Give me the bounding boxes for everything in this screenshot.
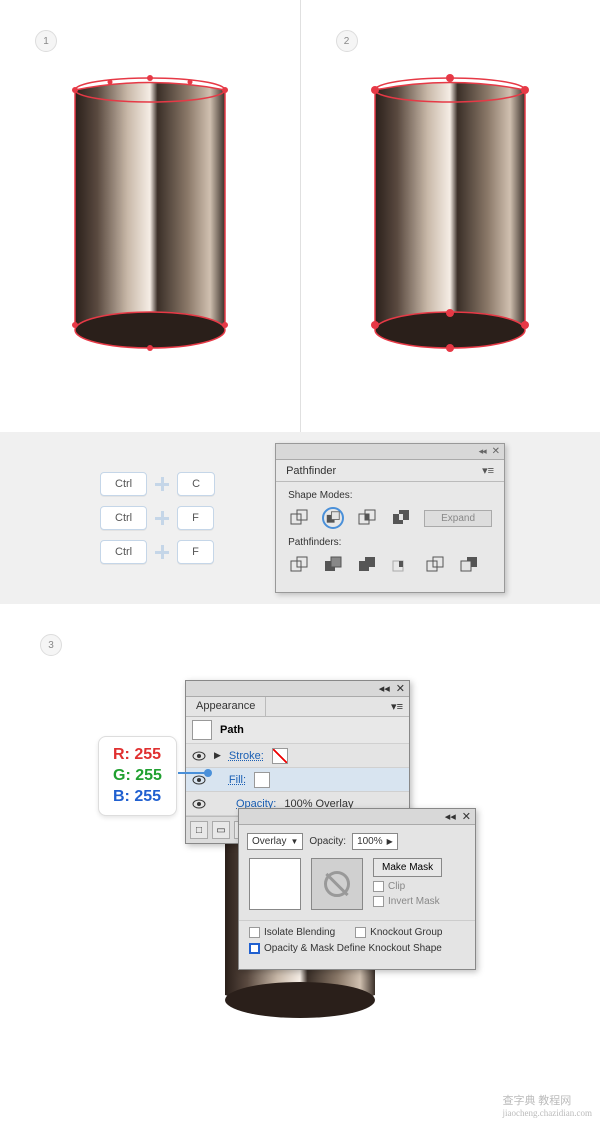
rgb-callout: R: 255 G: 255 B: 255 [98, 736, 177, 816]
key-c: C [177, 472, 215, 496]
transparency-panel: ◂◂ ✕ Overlay ▼ Opacity: 100% ▶ Make Mask… [238, 808, 476, 970]
opacity-label: Opacity: [309, 836, 346, 847]
pathfinder-panel: ◂◂ ✕ Pathfinder ▾≡ Shape Modes: Expand P… [275, 443, 505, 593]
close-icon[interactable]: ✕ [462, 810, 471, 823]
knockout-shape-checkbox[interactable] [249, 943, 260, 954]
collapse-icon[interactable]: ◂◂ [379, 682, 390, 695]
stroke-row[interactable]: ▶ Stroke: [186, 744, 409, 768]
transparency-header: ◂◂ ✕ [239, 809, 475, 825]
blend-mode-dropdown[interactable]: Overlay ▼ [247, 833, 303, 850]
stroke-label: Stroke: [229, 750, 264, 762]
fill-row[interactable]: ▶ Fill: [186, 768, 409, 792]
fill-swatch[interactable] [254, 772, 270, 788]
step-badge-3: 3 [40, 634, 62, 656]
close-icon[interactable]: ✕ [396, 682, 405, 695]
panel-menu-icon[interactable]: ▾≡ [482, 464, 494, 477]
key-f: F [177, 506, 214, 530]
watermark-main: 查字典 教程网 [503, 1095, 572, 1107]
appearance-tab[interactable]: Appearance [186, 697, 266, 716]
make-mask-button[interactable]: Make Mask [373, 858, 442, 877]
shape-modes-label: Shape Modes: [288, 490, 492, 501]
knockout-shape-row[interactable]: Opacity & Mask Define Knockout Shape [249, 943, 465, 954]
pathfinder-header: ◂◂ ✕ [276, 444, 504, 460]
panel-1: 1 [0, 0, 301, 432]
opacity-input[interactable]: 100% ▶ [352, 833, 398, 850]
panel-menu-icon[interactable]: ▾≡ [385, 697, 409, 716]
knockout-checkbox[interactable] [355, 927, 366, 938]
dropdown-arrow-icon: ▶ [387, 837, 393, 846]
step-badge-1: 1 [35, 30, 57, 52]
key-ctrl: Ctrl [100, 472, 147, 496]
new-art-icon[interactable]: □ [190, 821, 208, 839]
crop-icon[interactable] [390, 554, 412, 576]
knockout-shape-label: Opacity & Mask Define Knockout Shape [264, 943, 442, 954]
fill-label: Fill: [229, 774, 246, 786]
isolate-blending-row[interactable]: Isolate Blending Knockout Group [249, 927, 465, 938]
divide-icon[interactable] [288, 554, 310, 576]
collapse-icon[interactable]: ◂◂ [445, 810, 456, 823]
exclude-icon[interactable] [390, 507, 412, 529]
cylinder-1 [70, 70, 230, 363]
panel-2: 2 [301, 0, 600, 432]
rgb-b: B: 255 [113, 787, 162, 808]
add-stroke-icon[interactable]: ▭ [212, 821, 230, 839]
clip-checkbox-row[interactable]: Clip [373, 881, 442, 892]
clip-checkbox[interactable] [373, 881, 384, 892]
step-badge-2: 2 [336, 30, 358, 52]
knockout-label: Knockout Group [370, 927, 442, 938]
isolate-label: Isolate Blending [264, 927, 335, 938]
path-label: Path [220, 724, 244, 736]
pathfinders-label: Pathfinders: [288, 537, 492, 548]
watermark-sub: jiaocheng.chazidian.com [503, 1108, 592, 1118]
rgb-r: R: 255 [113, 745, 162, 766]
callout-line [178, 772, 208, 774]
intersect-icon[interactable] [356, 507, 378, 529]
visibility-icon[interactable] [192, 749, 206, 763]
key-ctrl: Ctrl [100, 540, 147, 564]
plus-icon [155, 545, 169, 559]
watermark: 查字典 教程网 jiaocheng.chazidian.com [503, 1092, 592, 1118]
pathfinder-title: Pathfinder [286, 465, 336, 477]
mask-preview[interactable] [311, 858, 363, 910]
appearance-header: ◂◂ ✕ [186, 681, 409, 697]
expand-arrow-icon[interactable]: ▶ [214, 750, 221, 761]
rgb-g: G: 255 [113, 766, 162, 787]
no-mask-icon [324, 871, 350, 897]
shortcut-paste-front-2: Ctrl F [100, 540, 215, 564]
middle-section: Ctrl C Ctrl F Ctrl F ◂◂ ✕ Pathfinder ▾≡ … [0, 432, 600, 604]
invert-mask-row[interactable]: Invert Mask [373, 896, 442, 907]
top-panels: 1 [0, 0, 600, 432]
stroke-swatch[interactable] [272, 748, 288, 764]
path-row[interactable]: Path [186, 717, 409, 744]
shortcut-paste-front-1: Ctrl F [100, 506, 215, 530]
unite-icon[interactable] [288, 507, 310, 529]
isolate-checkbox[interactable] [249, 927, 260, 938]
expand-button[interactable]: Expand [424, 510, 492, 527]
pathfinder-tab[interactable]: Pathfinder ▾≡ [276, 460, 504, 482]
key-f: F [177, 540, 214, 564]
clip-label: Clip [388, 881, 405, 892]
opacity-preview[interactable] [249, 858, 301, 910]
invert-mask-checkbox[interactable] [373, 896, 384, 907]
trim-icon[interactable] [322, 554, 344, 576]
collapse-icon[interactable]: ◂◂ [479, 446, 486, 457]
minus-back-icon[interactable] [458, 554, 480, 576]
blend-mode-value: Overlay [252, 836, 286, 847]
cylinder-2 [370, 70, 530, 363]
close-icon[interactable]: ✕ [492, 446, 500, 457]
minus-front-icon[interactable] [322, 507, 344, 529]
visibility-icon[interactable] [192, 797, 206, 811]
dropdown-arrow-icon: ▼ [290, 837, 298, 846]
key-ctrl: Ctrl [100, 506, 147, 530]
invert-mask-label: Invert Mask [388, 896, 440, 907]
opacity-value: 100% [357, 836, 383, 847]
shortcut-copy: Ctrl C [100, 472, 215, 496]
path-swatch [192, 720, 212, 740]
plus-icon [155, 477, 169, 491]
keyboard-shortcuts: Ctrl C Ctrl F Ctrl F [100, 472, 215, 564]
outline-icon[interactable] [424, 554, 446, 576]
merge-icon[interactable] [356, 554, 378, 576]
plus-icon [155, 511, 169, 525]
